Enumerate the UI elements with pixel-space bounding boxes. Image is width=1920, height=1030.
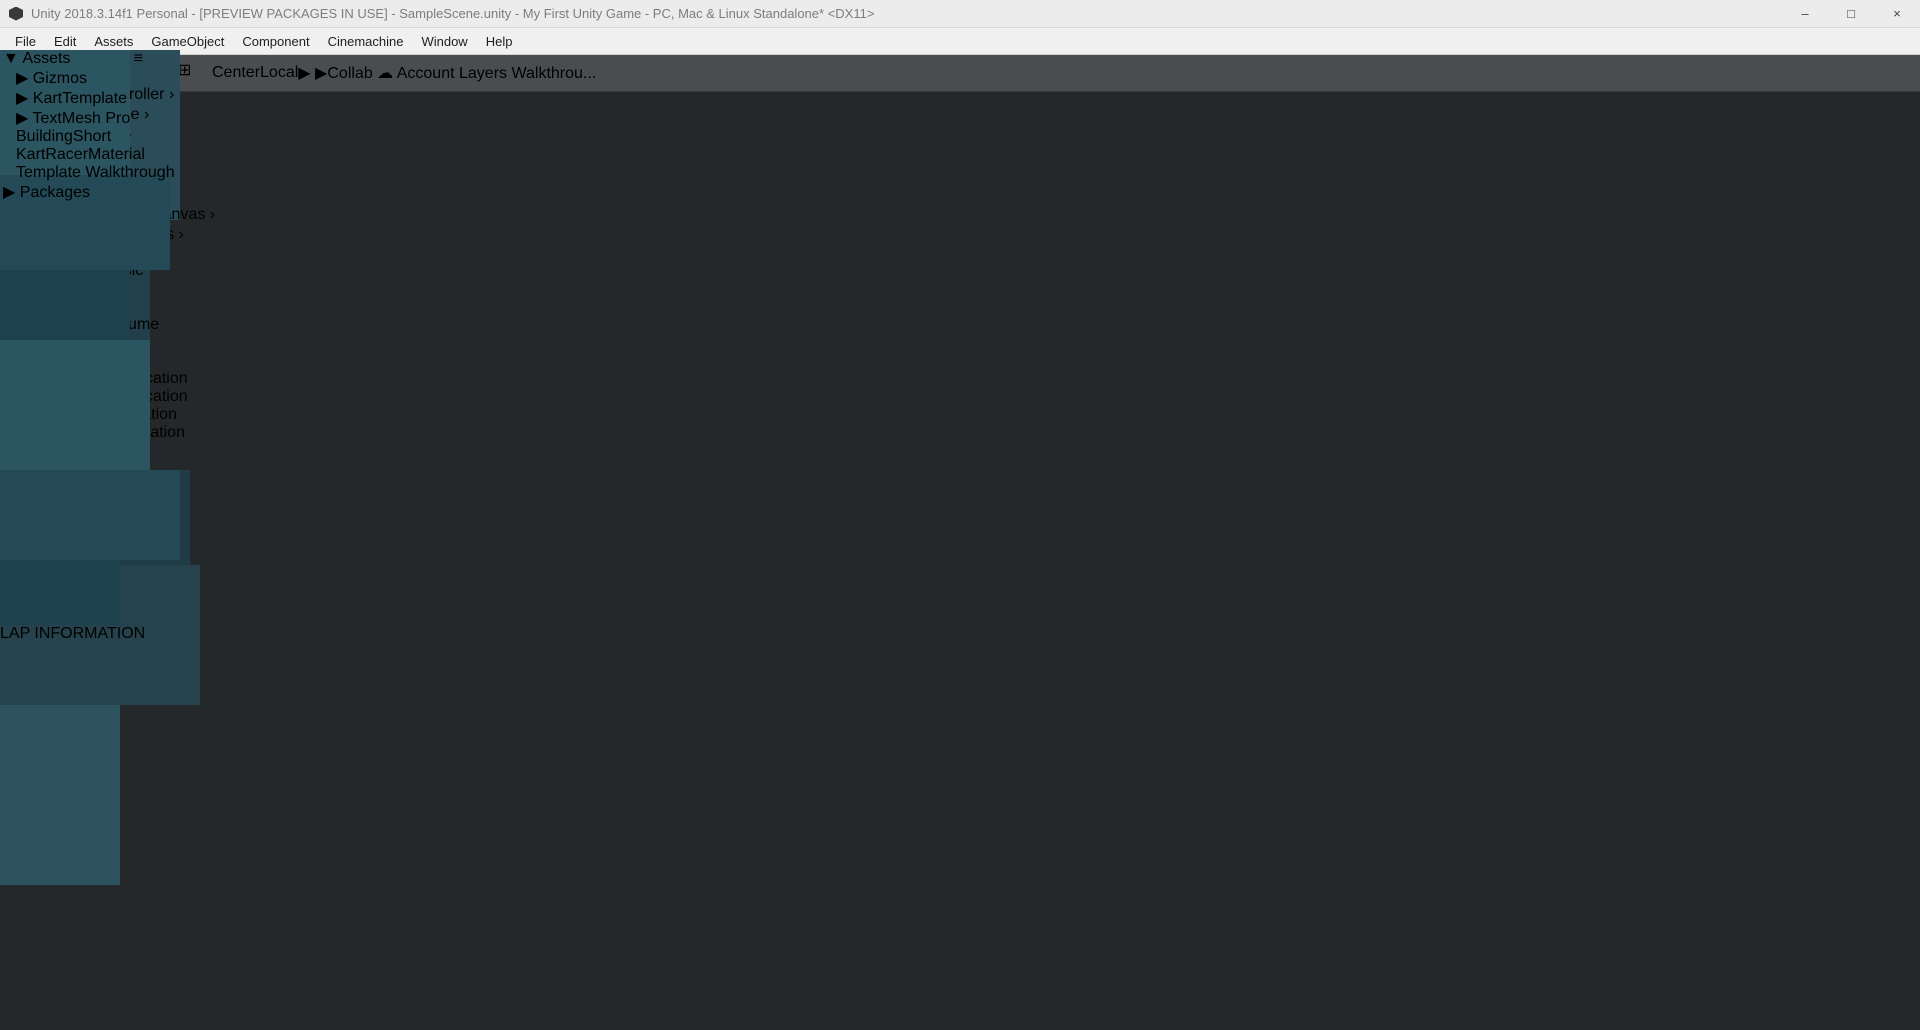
asset-label: TextMesh Pro bbox=[32, 110, 131, 127]
project-item[interactable]: Template Walkthrough bbox=[0, 164, 1920, 182]
maximize-button[interactable]: □ bbox=[1828, 0, 1874, 27]
project-item[interactable]: ▶ Gizmos bbox=[0, 68, 1920, 88]
project-tree: ▼ Assets ▶ Gizmos ▶ KartTemplate ▶ TextM… bbox=[0, 50, 1920, 1030]
project-item[interactable]: BuildingShort bbox=[0, 128, 1920, 146]
unity-editor-window: Unity 2018.3.14f1 Personal - [PREVIEW PA… bbox=[0, 0, 1920, 1030]
asset-label: Gizmos bbox=[32, 70, 87, 87]
expand-arrow-icon[interactable]: ▼ bbox=[3, 50, 19, 67]
expand-arrow-icon[interactable]: ▶ bbox=[16, 90, 28, 107]
titlebar: Unity 2018.3.14f1 Personal - [PREVIEW PA… bbox=[0, 0, 1920, 28]
asset-label: BuildingShort bbox=[16, 128, 112, 145]
asset-label: Template Walkthrough bbox=[16, 164, 175, 181]
project-item[interactable]: ▼ Assets bbox=[0, 50, 1920, 68]
expand-arrow-icon[interactable]: ▶ bbox=[16, 110, 28, 127]
asset-label: KartRacerMaterial bbox=[16, 146, 145, 163]
close-button[interactable]: × bbox=[1874, 0, 1920, 27]
expand-arrow-icon[interactable]: ▶ bbox=[3, 184, 15, 201]
asset-label: Packages bbox=[19, 184, 91, 201]
expand-arrow-icon[interactable]: ▶ bbox=[16, 70, 28, 87]
window-title: Unity 2018.3.14f1 Personal - [PREVIEW PA… bbox=[31, 6, 875, 21]
minimize-button[interactable]: – bbox=[1782, 0, 1828, 27]
asset-label: KartTemplate bbox=[32, 90, 128, 107]
unity-logo-icon bbox=[9, 6, 23, 21]
asset-label: Assets bbox=[22, 50, 71, 67]
project-item[interactable]: ▶ TextMesh Pro bbox=[0, 108, 1920, 128]
project-item[interactable]: KartRacerMaterial bbox=[0, 146, 1920, 164]
project-item[interactable]: ▶ Packages bbox=[0, 182, 1920, 202]
project-item[interactable]: ▶ KartTemplate bbox=[0, 88, 1920, 108]
